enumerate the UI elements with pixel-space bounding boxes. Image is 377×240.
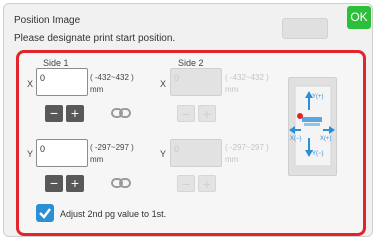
side2-x-unit: mm bbox=[225, 85, 239, 94]
side2-x-axis-label: X bbox=[160, 79, 167, 89]
side2-y-minus-button: − bbox=[177, 175, 195, 192]
link-icon bbox=[111, 178, 131, 188]
side1-y-range: ( -297~297 ) mm bbox=[90, 142, 134, 166]
side1-x-input[interactable]: 0 bbox=[36, 68, 88, 96]
side1-y-plus-button[interactable]: + bbox=[66, 175, 84, 192]
side2-x-minus-button: − bbox=[177, 105, 195, 122]
side2-y-input: 0 bbox=[170, 139, 222, 167]
side2-y-range-text: ( -297~297 ) bbox=[225, 143, 269, 152]
side1-x-unit: mm bbox=[90, 85, 104, 94]
adjust-checkbox-label: Adjust 2nd pg value to 1st. bbox=[60, 209, 167, 219]
diagram-y-plus-label: Y(+) bbox=[312, 94, 324, 100]
side1-x-plus-button[interactable]: + bbox=[66, 105, 84, 122]
diagram-y-minus-label: Y(−) bbox=[312, 151, 324, 157]
link-icon bbox=[111, 108, 131, 118]
side1-y-minus-button[interactable]: − bbox=[45, 175, 63, 192]
side2-y-axis-label: Y bbox=[160, 149, 167, 159]
side2-y-plus-button: + bbox=[198, 175, 216, 192]
side1-x-minus-button[interactable]: − bbox=[45, 105, 63, 122]
position-diagram: Y(+) X(−) X(+) Y(−) bbox=[288, 77, 337, 176]
side1-x-range: ( -432~432 ) mm bbox=[90, 72, 134, 96]
side2-y-unit: mm bbox=[225, 155, 239, 164]
side1-y-input[interactable]: 0 bbox=[36, 139, 88, 167]
side1-label: Side 1 bbox=[43, 58, 69, 68]
blank-button[interactable] bbox=[282, 18, 328, 39]
side2-x-input: 0 bbox=[170, 68, 222, 96]
side2-y-range: ( -297~297 ) mm bbox=[225, 142, 269, 166]
page-instruction: Please designate print start position. bbox=[14, 33, 176, 44]
position-diagram-graphic: Y(+) X(−) X(+) Y(−) bbox=[289, 85, 335, 167]
side1-y-axis-label: Y bbox=[27, 149, 34, 159]
side2-x-range: ( -432~432 ) mm bbox=[225, 72, 269, 96]
side2-x-range-text: ( -432~432 ) bbox=[225, 73, 269, 82]
side1-x-axis-label: X bbox=[27, 79, 34, 89]
diagram-x-minus-label: X(−) bbox=[290, 136, 302, 142]
side1-y-unit: mm bbox=[90, 155, 104, 164]
page-title: Position Image bbox=[14, 15, 81, 26]
side1-y-range-text: ( -297~297 ) bbox=[90, 143, 134, 152]
adjust-checkbox[interactable] bbox=[36, 204, 54, 222]
side2-label: Side 2 bbox=[178, 58, 204, 68]
ok-button[interactable]: OK bbox=[347, 6, 371, 29]
diagram-x-plus-label: X(+) bbox=[320, 136, 332, 142]
side2-x-plus-button: + bbox=[198, 105, 216, 122]
checkmark-icon bbox=[39, 208, 51, 219]
side1-x-range-text: ( -432~432 ) bbox=[90, 73, 134, 82]
